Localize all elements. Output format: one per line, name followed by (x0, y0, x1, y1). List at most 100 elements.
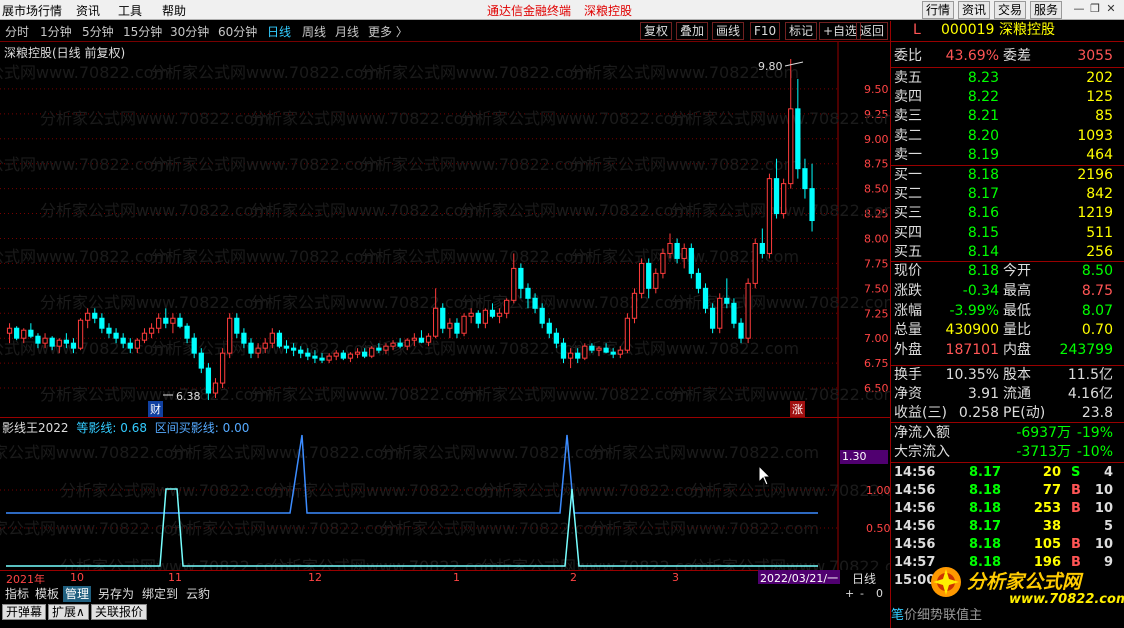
svg-text:分析家公式网www.70822.com: 分析家公式网www.70822.com (590, 443, 819, 462)
quote-tab[interactable]: 值 (956, 608, 969, 623)
tick-time: 14:56 (894, 537, 936, 552)
logo-text: 分析家公式网 (967, 571, 1082, 593)
tab-5min[interactable]: 5分钟 (82, 23, 114, 40)
finance-badge[interactable]: 财 (148, 401, 163, 417)
ask-row[interactable]: 卖二 8.20 1093 (891, 127, 1124, 146)
x-label-10: 10 (70, 571, 84, 584)
tab-daily[interactable]: 日线 (267, 23, 291, 40)
tab-1min[interactable]: 1分钟 (40, 23, 72, 40)
candle (752, 238, 758, 289)
tab-60min[interactable]: 60分钟 (218, 23, 257, 40)
candle (582, 343, 588, 361)
btn-danmu[interactable]: 开弹幕 (2, 604, 47, 620)
bid-row[interactable]: 买二 8.17 842 (891, 185, 1124, 204)
btn-overlay[interactable]: 叠加 (676, 22, 709, 40)
asks-label: 卖一 (894, 146, 922, 163)
candle (454, 318, 460, 339)
menu-market[interactable]: 展市场行情 (2, 2, 62, 19)
indicator-chart[interactable]: 分析家公式网www.70822.com分析家公式网www.70822.com分析… (0, 418, 890, 570)
stat-value: 8.18 (967, 263, 999, 279)
tab-15min[interactable]: 15分钟 (123, 23, 162, 40)
asks-price: 8.21 (967, 108, 999, 125)
quote-tab[interactable]: 细 (917, 608, 930, 623)
restore-icon[interactable]: ❐ (1088, 2, 1102, 16)
chart-title: 深粮控股(日线 前复权) (4, 46, 126, 60)
btn-trade[interactable]: 交易 (994, 1, 1027, 19)
zoom-reset-button[interactable]: 0 (876, 587, 883, 600)
stock-letter: L (913, 22, 921, 38)
tick-price: 8.17 (969, 519, 1002, 534)
bid-row[interactable]: 买一 8.18 2196 (891, 166, 1124, 185)
btn-f10[interactable]: F10 (750, 22, 781, 40)
menu-news[interactable]: 资讯 (76, 2, 100, 19)
tab-weekly[interactable]: 周线 (302, 23, 326, 40)
ask-row[interactable]: 卖三 8.21 85 (891, 107, 1124, 126)
btn-mark[interactable]: 标记 (785, 22, 818, 40)
tab-bind[interactable]: 绑定到 (140, 586, 180, 602)
tab-timeshare[interactable]: 分时 (5, 23, 29, 40)
tab-template[interactable]: 模板 (33, 586, 61, 602)
stat2-label: 股本 (1003, 367, 1031, 383)
quote-tab[interactable]: 势 (930, 608, 943, 623)
cursor-date: 2022/03/21/一 (758, 570, 841, 585)
bid-row[interactable]: 买三 8.16 1219 (891, 204, 1124, 223)
bid-row[interactable]: 买四 8.15 511 (891, 224, 1124, 243)
tab-indicator[interactable]: 指标 (3, 586, 31, 602)
tick-row: 14:56 8.17 20 S 4 (891, 464, 1124, 482)
stat-label: 涨幅 (894, 302, 922, 319)
tick-volume: 38 (1042, 519, 1061, 534)
candle (475, 310, 481, 329)
tab-more[interactable]: 更多 〉 (368, 23, 408, 40)
btn-add-favorite[interactable]: +自选 (819, 22, 862, 40)
btn-service[interactable]: 服务 (1030, 1, 1063, 19)
tab-cloud[interactable]: 云豹 (184, 586, 212, 602)
svg-text:分析家公式网www.70822.com: 分析家公式网www.70822.com (0, 339, 169, 358)
svg-text:分析家公式网www.70822.com: 分析家公式网www.70822.com (380, 443, 609, 462)
candle (709, 303, 716, 334)
candle (28, 323, 34, 339)
svg-text:分析家公式网www.70822.com: 分析家公式网www.70822.com (480, 557, 709, 570)
candle (148, 323, 155, 339)
ask-row[interactable]: 卖一 8.19 464 (891, 146, 1124, 165)
minimize-icon[interactable]: — (1072, 2, 1086, 16)
btn-fuquan[interactable]: 复权 (640, 22, 673, 40)
quote-tab[interactable]: 主 (969, 608, 982, 623)
svg-text:分析家公式网www.70822.com: 分析家公式网www.70822.com (670, 385, 890, 404)
btn-quote[interactable]: 行情 (922, 1, 955, 19)
candle (688, 243, 694, 279)
l1-label: 等影线: (76, 421, 117, 435)
tab-30min[interactable]: 30分钟 (170, 23, 209, 40)
zoom-in-button[interactable]: + (845, 587, 854, 600)
stat-label: 量比 (1003, 322, 1031, 339)
btn-linked-quote[interactable]: 关联报价 (91, 604, 148, 620)
btn-draw[interactable]: 画线 (712, 22, 745, 40)
quote-tab[interactable]: 联 (943, 608, 956, 623)
quote-tab[interactable]: 笔 (891, 608, 904, 623)
stat-row: 涨幅 -3.99% 最低 8.07 (891, 302, 1124, 321)
bids-price: 8.15 (967, 224, 999, 241)
btn-back[interactable]: 返回 (856, 22, 889, 40)
zoom-out-button[interactable]: - (860, 587, 864, 600)
close-icon[interactable]: ✕ (1104, 2, 1118, 16)
limit-up-badge[interactable]: 涨 (790, 401, 805, 417)
bid-row[interactable]: 买五 8.14 256 (891, 243, 1124, 262)
menu-help[interactable]: 帮助 (162, 2, 186, 19)
quote-tab[interactable]: 价 (904, 608, 917, 623)
ask-row[interactable]: 卖四 8.22 125 (891, 88, 1124, 107)
btn-expand[interactable]: 扩展∧ (48, 604, 89, 620)
candle (447, 318, 453, 339)
btn-info[interactable]: 资讯 (958, 1, 991, 19)
tick-row: 14:56 8.17 38 5 (891, 518, 1124, 536)
svg-text:分析家公式网www.70822.com: 分析家公式网www.70822.com (360, 63, 589, 82)
svg-text:分析家公式网www.70822.com: 分析家公式网www.70822.com (40, 201, 269, 220)
x-label-2: 2 (570, 571, 577, 584)
tab-save-as[interactable]: 另存为 (96, 586, 136, 602)
tab-monthly[interactable]: 月线 (335, 23, 359, 40)
tab-manage[interactable]: 管理 (63, 586, 92, 602)
kline-chart[interactable]: 9.50 9.25 9.00 8.75 8.50 8.25 8.00 7.75 7.50 7.25… (0, 42, 890, 418)
menu-tools[interactable]: 工具 (118, 2, 142, 19)
candle (418, 330, 425, 344)
weicha-value: 3055 (1077, 48, 1113, 64)
ask-row[interactable]: 卖五 8.23 202 (891, 69, 1124, 88)
svg-text:分析家公式网www.70822.com: 分析家公式网www.70822.com (40, 293, 269, 312)
